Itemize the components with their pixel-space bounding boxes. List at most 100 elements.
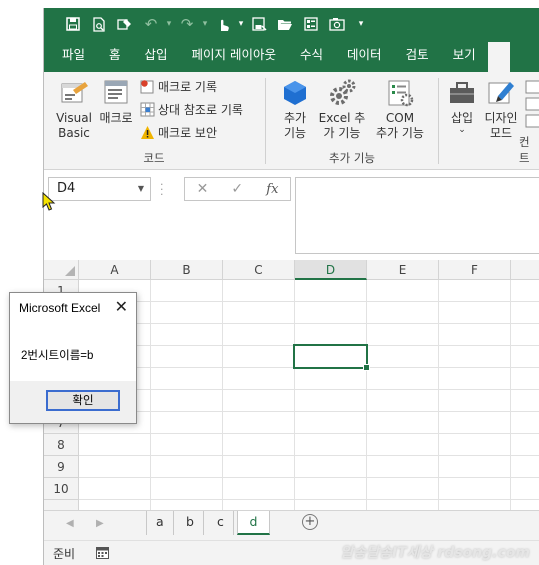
status-bar: 준비 알송달송IT세상 rdsong.com: [44, 540, 539, 565]
customize-icon[interactable]: [112, 11, 138, 37]
tab-formulas[interactable]: 수식: [288, 40, 335, 72]
status-ready-text: 준비: [53, 547, 76, 561]
redo-dropdown-icon[interactable]: ▾: [200, 19, 210, 29]
formula-input[interactable]: [295, 177, 539, 254]
macro-record-status-icon[interactable]: [96, 547, 109, 559]
redo-icon[interactable]: ↷: [174, 11, 200, 37]
camera-icon[interactable]: [324, 11, 350, 37]
macro-icon: [104, 80, 128, 104]
row-header-10[interactable]: 10: [44, 478, 79, 500]
undo-icon[interactable]: ↶: [138, 11, 164, 37]
touch-mode-icon[interactable]: [210, 11, 236, 37]
undo-dropdown-icon[interactable]: ▾: [164, 19, 174, 29]
column-header-d[interactable]: D: [295, 260, 367, 280]
code-group-label: 코드: [143, 151, 165, 165]
com-addins-icon: [388, 80, 414, 107]
column-header-g[interactable]: [511, 260, 539, 280]
sheet-nav-next-icon[interactable]: ▶: [96, 518, 104, 529]
gridline: [366, 280, 367, 510]
tab-file[interactable]: 파일: [50, 40, 97, 72]
select-all-button[interactable]: [44, 260, 79, 280]
form-icon[interactable]: [298, 11, 324, 37]
dialog-title: Microsoft Excel: [19, 301, 101, 315]
dialog-footer: 확인: [10, 381, 136, 423]
selected-cell-d4[interactable]: [293, 344, 370, 371]
row-header-9[interactable]: 9: [44, 456, 79, 478]
sheet-tab-c[interactable]: c: [208, 511, 234, 535]
tab-page-layout[interactable]: 페이지 레이아웃: [180, 40, 288, 72]
watermark: 알송달송IT세상 rdsong.com: [340, 545, 530, 561]
relative-reference-button[interactable]: 상대 참조로 기록: [140, 101, 243, 118]
record-macro-label: 매크로 기록: [158, 80, 218, 94]
sheet-tab-d[interactable]: d: [237, 511, 270, 535]
print-preview-icon[interactable]: [86, 11, 112, 37]
tab-insert[interactable]: 삽입: [133, 40, 180, 72]
message-box-dialog: Microsoft Excel ✕ 2번시트이름=b 확인: [9, 292, 137, 424]
design-mode-button[interactable]: 디자인 모드: [481, 78, 521, 141]
ok-button[interactable]: 확인: [46, 390, 120, 411]
com-addins-button[interactable]: COM 추가 기능: [370, 78, 430, 141]
name-box-value: D4: [57, 181, 76, 196]
quick-access-toolbar: ↶ ▾ ↷ ▾ ▾ ▾: [44, 8, 539, 40]
macro-security-label: 매크로 보안: [158, 126, 218, 140]
qat-more-icon[interactable]: ▾: [350, 19, 372, 29]
excel-window: ↶ ▾ ↷ ▾ ▾ ▾ 파일 홈 삽입 페이지 레이아웃 수식 데이터 검토 보…: [43, 8, 539, 565]
insert-control-button[interactable]: 삽입 ⌄: [447, 78, 477, 135]
tab-home[interactable]: 홈: [97, 40, 133, 72]
insert-function-icon[interactable]: fx: [266, 182, 278, 197]
row-header-11[interactable]: [44, 500, 79, 510]
relative-reference-label: 상대 참조로 기록: [158, 103, 243, 117]
tab-view[interactable]: 보기: [441, 40, 488, 72]
tab-data[interactable]: 데이터: [335, 40, 394, 72]
column-header-f[interactable]: F: [439, 260, 511, 280]
touch-dropdown-icon[interactable]: ▾: [236, 19, 246, 29]
tab-developer[interactable]: [487, 42, 510, 72]
record-macro-button[interactable]: 매크로 기록: [140, 78, 217, 95]
chevron-down-icon[interactable]: ▼: [138, 178, 144, 200]
formula-bar-area: D4 ▼ · · · ✕ ✓ fx: [44, 170, 539, 260]
row-header-8[interactable]: 8: [44, 434, 79, 456]
tab-review[interactable]: 검토: [394, 40, 441, 72]
sheet-nav-prev-icon[interactable]: ◀: [66, 518, 74, 529]
sheet-tab-a[interactable]: a: [146, 511, 174, 535]
properties-icon[interactable]: [525, 80, 539, 128]
com-addins-label-1: COM: [385, 111, 415, 125]
addins-label-2: 기능: [283, 126, 307, 140]
column-header-a[interactable]: A: [79, 260, 151, 280]
excel-addins-label-2: 가 기능: [323, 126, 361, 140]
save-icon[interactable]: [60, 11, 86, 37]
column-header-e[interactable]: E: [367, 260, 439, 280]
cancel-entry-icon[interactable]: ✕: [197, 181, 209, 197]
name-box[interactable]: D4 ▼: [48, 177, 151, 201]
visual-basic-icon: [61, 82, 88, 103]
relative-reference-icon: [140, 102, 155, 117]
gridline: [510, 280, 511, 510]
confirm-entry-icon[interactable]: ✓: [231, 181, 243, 197]
formula-buttons: ✕ ✓ fx: [184, 177, 291, 201]
sheet-tab-bar: ◀ ▶ a b c d +: [44, 510, 539, 540]
addins-button[interactable]: 추가 기능: [278, 78, 312, 141]
gridline: [79, 477, 539, 478]
addins-label-1: 추가: [283, 111, 307, 125]
macro-button[interactable]: 매크로: [96, 78, 136, 126]
excel-addins-button[interactable]: Excel 추 가 기능: [316, 78, 368, 141]
visual-basic-button[interactable]: Visual Basic: [54, 78, 94, 141]
formula-bar-grip[interactable]: · · ·: [160, 179, 164, 200]
ribbon-tab-bar: 파일 홈 삽입 페이지 레이아웃 수식 데이터 검토 보기: [44, 40, 539, 72]
warning-icon: [141, 126, 154, 139]
visual-basic-label-1: Visual: [56, 111, 92, 125]
sheet-tab-b[interactable]: b: [177, 511, 204, 535]
gridline: [79, 433, 539, 434]
com-addins-label-2: 추가 기능: [376, 126, 424, 140]
gridline: [79, 323, 539, 324]
macro-security-button[interactable]: 매크로 보안: [140, 124, 217, 141]
save-as-icon[interactable]: [246, 11, 272, 37]
gridline: [79, 499, 539, 500]
open-icon[interactable]: [272, 11, 298, 37]
code-group: Visual Basic 매크로 매크로 기록 상대 참조로 기록 매크로 보안…: [44, 72, 264, 170]
column-header-b[interactable]: B: [151, 260, 223, 280]
gridline: [150, 280, 151, 510]
add-sheet-button[interactable]: +: [302, 514, 318, 530]
close-icon[interactable]: ✕: [115, 297, 128, 316]
column-header-c[interactable]: C: [223, 260, 295, 280]
